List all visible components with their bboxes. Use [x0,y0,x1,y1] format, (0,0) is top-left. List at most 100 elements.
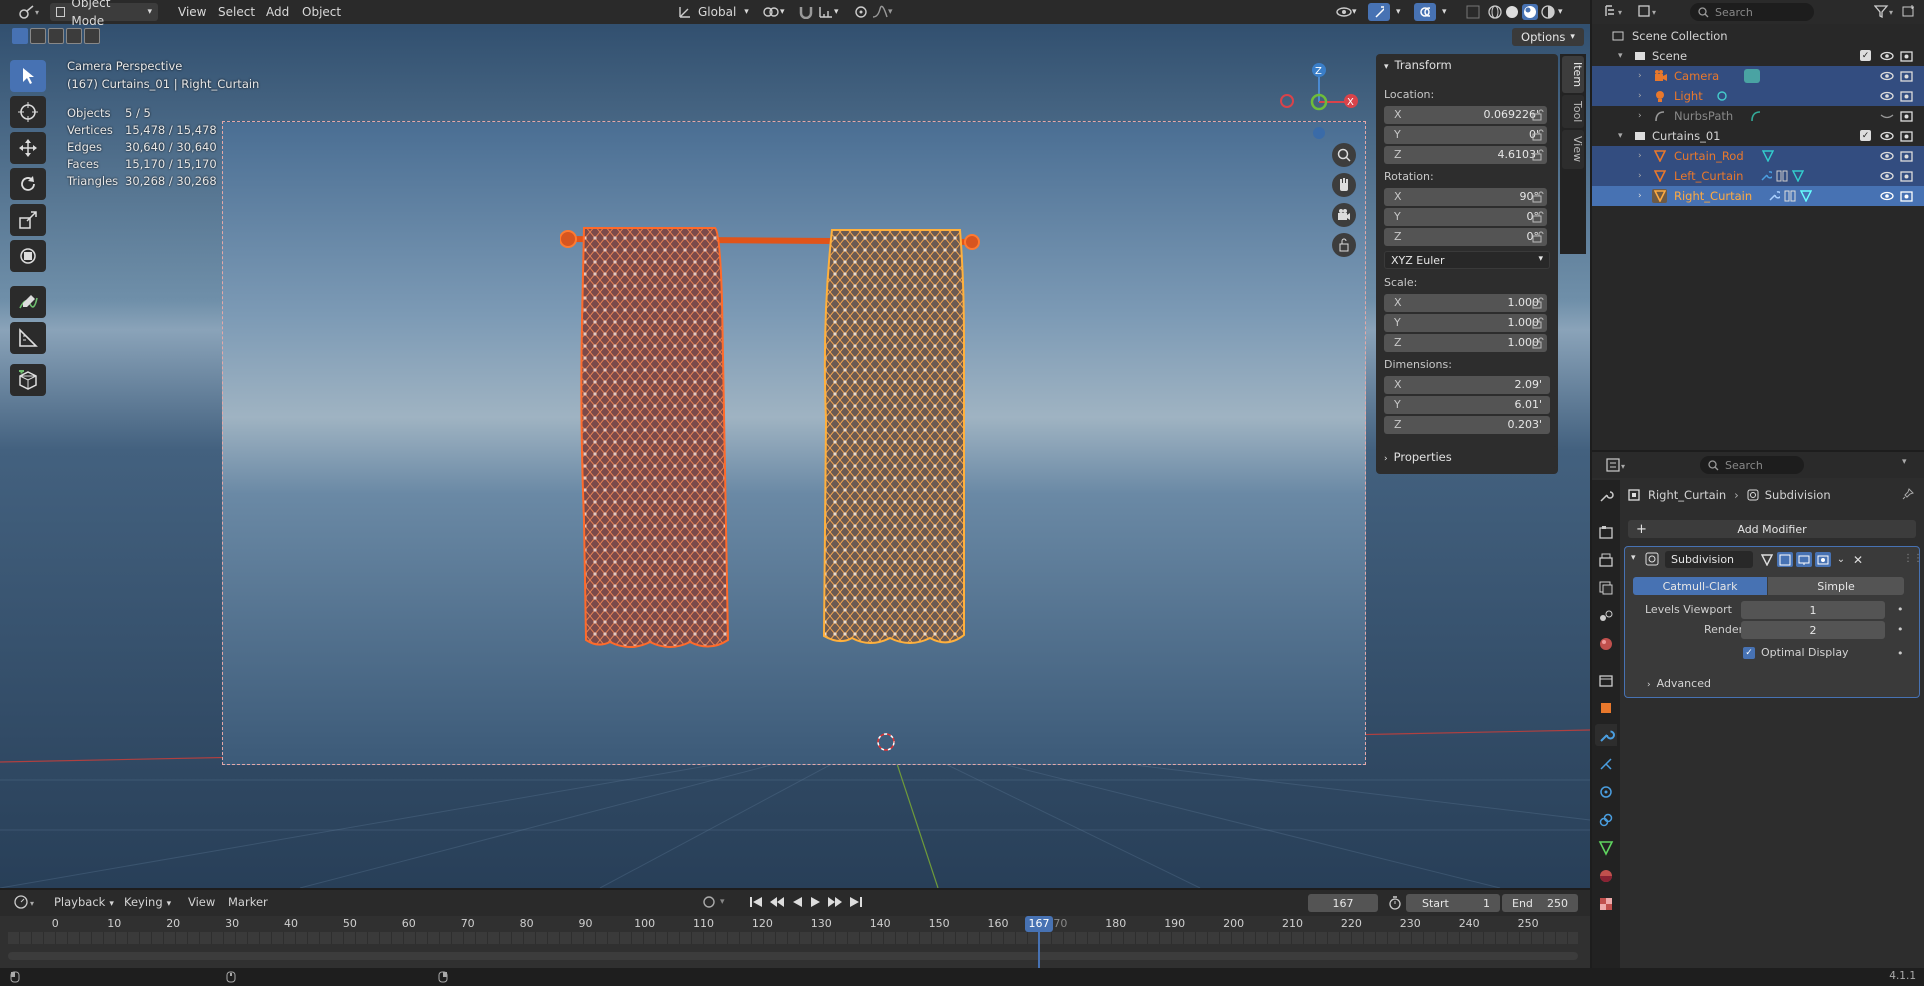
select-box-tool[interactable] [10,60,46,92]
move-tool[interactable] [10,132,46,164]
texture-tab-icon[interactable] [1598,896,1614,912]
light-data-icon[interactable] [1716,90,1728,102]
camera-view-icon[interactable] [1332,203,1356,227]
options-dropdown[interactable]: Options ▾ [1512,28,1584,46]
keyframe-dot-icon[interactable]: • [1897,623,1904,636]
eye-icon[interactable] [1880,170,1894,182]
edit-mode-icon[interactable] [1777,552,1793,567]
select-subtract-icon[interactable] [48,28,64,44]
lock-rotation-z-icon[interactable] [1532,231,1546,243]
menu-object[interactable]: Object [296,3,347,21]
add-modifier-button[interactable]: + Add Modifier [1628,520,1916,538]
menu-select[interactable]: Select [212,3,261,21]
select-new-icon[interactable] [12,28,28,44]
modifier-menu-chevron-icon[interactable]: ⌄ [1834,552,1848,567]
eye-icon[interactable] [1880,50,1894,62]
properties-panel-header[interactable]: › Properties [1376,446,1558,468]
outliner-row-left-curtain[interactable]: › Left_Curtain [1592,166,1924,186]
tab-view[interactable]: View [1562,130,1584,169]
transform-header[interactable]: ▾ Transform [1384,58,1452,72]
transform-tool[interactable] [10,240,46,272]
simple-button[interactable]: Simple [1768,577,1904,595]
display-mode-icon[interactable]: ▾ [1638,4,1660,18]
render-tab-icon[interactable] [1598,524,1614,540]
menu-view[interactable]: View [172,3,212,21]
checkbox-checked-icon[interactable]: ✓ [1743,646,1755,659]
output-tab-icon[interactable] [1598,552,1614,568]
close-icon[interactable]: ✕ [1851,552,1865,567]
collapse-chevron-icon[interactable]: ▾ [1631,553,1636,563]
lock-location-z-icon[interactable] [1532,149,1546,161]
location-z-field[interactable]: Z 4.6103' [1384,146,1547,164]
optimal-display-checkbox[interactable]: ✓ Optimal Display [1743,646,1849,659]
rotation-mode-dropdown[interactable]: XYZ Euler ▾ [1384,251,1550,269]
pan-hand-icon[interactable] [1332,173,1356,197]
expand-chevron-icon[interactable]: › [1638,106,1642,126]
overlays-toggle[interactable] [1414,3,1436,21]
lock-rotation-x-icon[interactable] [1532,191,1546,203]
tab-item[interactable]: Item [1562,56,1584,94]
new-collection-icon[interactable] [1902,4,1918,18]
camera-render-icon[interactable] [1900,170,1914,182]
particles-tab-icon[interactable] [1598,756,1614,772]
camera-render-icon[interactable] [1900,110,1914,122]
zoom-icon[interactable] [1332,143,1356,167]
solid-shading-icon[interactable] [1505,5,1519,19]
constraint-icon[interactable] [1776,170,1788,182]
scene-tab-icon[interactable] [1598,608,1614,624]
camera-render-icon[interactable] [1900,50,1914,62]
camera-render-icon[interactable] [1900,130,1914,142]
camera-render-icon[interactable] [1900,190,1914,202]
annotate-tool[interactable] [10,286,46,318]
physics-tab-icon[interactable] [1598,784,1614,800]
camera-data-icon[interactable] [1744,69,1760,83]
dimension-y-field[interactable]: Y 6.01' [1384,396,1550,414]
camera-render-icon[interactable] [1900,70,1914,82]
checkbox-icon[interactable]: ✓ [1860,130,1871,141]
rotate-tool[interactable] [10,168,46,200]
select-intersect-icon[interactable] [84,28,100,44]
overlays-dropdown[interactable]: ▾ [1436,3,1453,21]
constraint-icon[interactable] [1784,190,1796,202]
navigation-gizmo[interactable]: Z X [1274,60,1364,140]
data-tab-icon[interactable] [1598,840,1614,856]
lock-scale-y-icon[interactable] [1532,317,1546,329]
eye-icon[interactable] [1880,130,1894,142]
pin-icon[interactable] [1902,488,1914,500]
rotation-y-field[interactable]: Y 0° [1384,208,1547,226]
eye-icon[interactable] [1880,90,1894,102]
catmull-clark-button[interactable]: Catmull-Clark [1633,577,1767,595]
camera-render-icon[interactable] [1900,150,1914,162]
curve-data-icon[interactable] [1750,110,1762,122]
camera-render-icon[interactable] [1900,90,1914,102]
chevron-down-icon[interactable]: ▾ [1902,457,1907,467]
lock-location-y-icon[interactable] [1532,129,1546,141]
outliner-row-curtains-01[interactable]: ▾ Curtains_01 ✓ [1592,126,1924,146]
keyframe-dot-icon[interactable]: • [1897,603,1904,616]
editor-type-icon[interactable]: ▾ [12,4,46,20]
material-shading-icon[interactable] [1522,4,1538,20]
pivot-point-dropdown[interactable]: ▾ [756,3,791,21]
wrench-icon[interactable] [1768,190,1780,202]
mesh-data-icon[interactable] [1792,170,1804,182]
on-cage-icon[interactable] [1759,552,1774,567]
location-x-field[interactable]: X 0.069226' [1384,106,1547,124]
outliner-row-light[interactable]: › Light [1592,86,1924,106]
scale-y-field[interactable]: Y 1.000 [1384,314,1547,332]
outliner-search-input[interactable]: Search [1690,3,1814,21]
rotation-z-field[interactable]: Z 0° [1384,228,1547,246]
add-cube-tool[interactable] [10,364,46,396]
rendered-shading-icon[interactable] [1541,5,1555,19]
snap-target-dropdown[interactable]: ▾ [812,3,845,21]
view-layer-tab-icon[interactable] [1598,580,1614,596]
tab-tool[interactable]: Tool [1562,95,1584,129]
outliner-row-right-curtain[interactable]: › Right_Curtain [1592,186,1924,206]
gizmo-toggle[interactable] [1368,3,1390,21]
lock-scale-z-icon[interactable] [1532,337,1546,349]
properties-editor-icon[interactable]: ▾ [1606,458,1628,472]
select-extend-icon[interactable] [30,28,46,44]
modifier-name-input[interactable]: Subdivision [1665,551,1753,568]
advanced-subpanel-header[interactable]: › Advanced [1647,677,1711,690]
outliner-row-scene[interactable]: ▾ Scene ✓ [1592,46,1924,66]
scale-z-field[interactable]: Z 1.000 [1384,334,1547,352]
